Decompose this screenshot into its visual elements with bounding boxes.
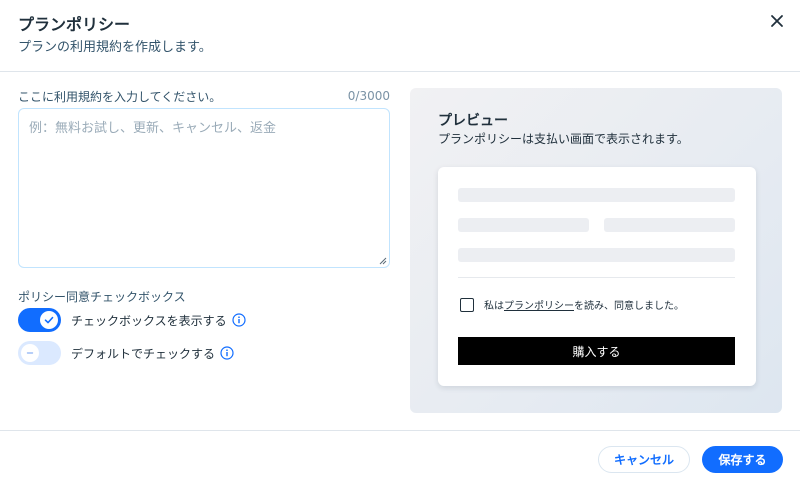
placeholder-line	[458, 248, 735, 262]
policy-agree-row: 私は プランポリシー を読み、同意しました。	[460, 297, 684, 312]
default-checked-toggle[interactable]	[18, 341, 61, 365]
check-icon	[44, 316, 54, 324]
toggle-knob	[40, 311, 58, 329]
preview-title: プレビュー	[438, 113, 508, 129]
modal-footer: キャンセル 保存する	[0, 430, 800, 484]
checkbox-section-label: ポリシー同意チェックボックス	[18, 290, 186, 304]
close-button[interactable]	[768, 12, 786, 30]
agree-suffix: を読み、同意しました。	[574, 301, 684, 312]
preview-subtitle: プランポリシーは支払い画面で表示されます。	[438, 132, 689, 146]
toggle-knob	[21, 344, 39, 362]
info-icon[interactable]	[232, 313, 246, 327]
buy-button-preview: 購入する	[458, 337, 735, 365]
resize-handle-icon[interactable]	[377, 255, 387, 265]
show-checkbox-toggle[interactable]	[18, 308, 61, 332]
placeholder-line	[458, 188, 735, 202]
default-checked-row: デフォルトでチェックする	[18, 341, 234, 365]
modal-title: プランポリシー	[18, 15, 131, 34]
divider	[458, 277, 735, 278]
terms-label: ここに利用規約を入力してください。	[18, 90, 222, 104]
close-icon	[771, 15, 783, 27]
policy-link: プランポリシー	[504, 301, 574, 312]
placeholder-line	[458, 218, 589, 232]
checkout-preview-card: 私は プランポリシー を読み、同意しました。 購入する	[438, 167, 756, 386]
show-checkbox-label: チェックボックスを表示する	[71, 313, 227, 328]
modal-header: プランポリシー プランの利用規約を作成します。	[0, 0, 800, 72]
preview-panel: プレビュー プランポリシーは支払い画面で表示されます。 私は プランポリシー を…	[410, 88, 782, 413]
show-checkbox-row: チェックボックスを表示する	[18, 308, 246, 332]
cancel-button[interactable]: キャンセル	[598, 446, 690, 473]
terms-textarea-container	[18, 108, 390, 268]
default-checked-label: デフォルトでチェックする	[71, 346, 216, 361]
agree-prefix: 私は	[484, 301, 504, 312]
agree-checkbox	[460, 297, 474, 312]
modal-subtitle: プランの利用規約を作成します。	[18, 40, 212, 55]
terms-textarea[interactable]	[19, 109, 389, 267]
info-icon[interactable]	[220, 346, 234, 360]
minus-icon	[26, 352, 34, 354]
save-button[interactable]: 保存する	[702, 446, 783, 473]
placeholder-line	[604, 218, 735, 232]
character-counter: 0/3000	[347, 89, 390, 103]
